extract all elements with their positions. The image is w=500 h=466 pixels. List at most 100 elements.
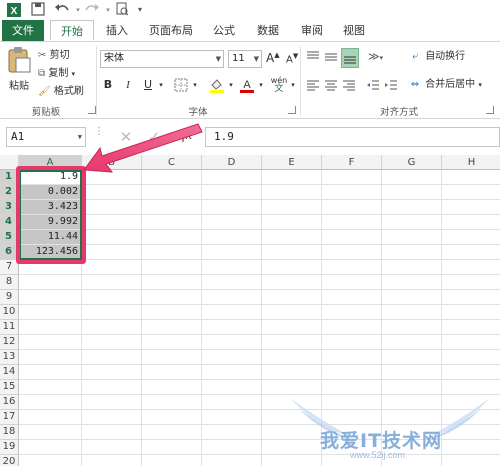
cell-e14[interactable] bbox=[262, 365, 322, 380]
redo-icon[interactable] bbox=[84, 2, 100, 18]
cell-c3[interactable] bbox=[142, 200, 202, 215]
cell-b20[interactable] bbox=[82, 455, 142, 466]
cell-e8[interactable] bbox=[262, 275, 322, 290]
cell-f4[interactable] bbox=[322, 215, 382, 230]
cell-g10[interactable] bbox=[382, 305, 442, 320]
row-header-13[interactable]: 13 bbox=[0, 350, 19, 365]
cell-d17[interactable] bbox=[202, 410, 262, 425]
cell-a7[interactable] bbox=[19, 260, 82, 275]
fill-color-button[interactable] bbox=[208, 76, 226, 94]
cell-c1[interactable] bbox=[142, 170, 202, 185]
cell-c2[interactable] bbox=[142, 185, 202, 200]
cell-d3[interactable] bbox=[202, 200, 262, 215]
cell-c5[interactable] bbox=[142, 230, 202, 245]
cell-g7[interactable] bbox=[382, 260, 442, 275]
tab-review[interactable]: 审阅 bbox=[292, 20, 332, 41]
insert-function-button[interactable]: fx bbox=[176, 125, 198, 147]
row-header-15[interactable]: 15 bbox=[0, 380, 19, 395]
align-center-button[interactable] bbox=[324, 78, 340, 94]
cell-d19[interactable] bbox=[202, 440, 262, 455]
cell-b19[interactable] bbox=[82, 440, 142, 455]
cell-f6[interactable] bbox=[322, 245, 382, 260]
cell-a15[interactable] bbox=[19, 380, 82, 395]
cell-g19[interactable] bbox=[382, 440, 442, 455]
top-align-button[interactable] bbox=[306, 50, 322, 66]
cell-b8[interactable] bbox=[82, 275, 142, 290]
cell-g8[interactable] bbox=[382, 275, 442, 290]
row-header-20[interactable]: 20 bbox=[0, 455, 19, 466]
format-painter-button[interactable]: 🖌 格式刷 bbox=[38, 82, 92, 98]
cell-h12[interactable] bbox=[442, 335, 500, 350]
row-header-14[interactable]: 14 bbox=[0, 365, 19, 380]
cell-g3[interactable] bbox=[382, 200, 442, 215]
tab-data[interactable]: 数据 bbox=[248, 20, 288, 41]
cell-e9[interactable] bbox=[262, 290, 322, 305]
cell-e1[interactable] bbox=[262, 170, 322, 185]
cell-h2[interactable] bbox=[442, 185, 500, 200]
cell-c9[interactable] bbox=[142, 290, 202, 305]
cell-e12[interactable] bbox=[262, 335, 322, 350]
font-color-button[interactable]: A bbox=[238, 76, 256, 94]
cell-h9[interactable] bbox=[442, 290, 500, 305]
decrease-indent-button[interactable] bbox=[366, 78, 382, 94]
cell-g2[interactable] bbox=[382, 185, 442, 200]
cell-g16[interactable] bbox=[382, 395, 442, 410]
cell-c15[interactable] bbox=[142, 380, 202, 395]
cell-c12[interactable] bbox=[142, 335, 202, 350]
name-box[interactable]: A1 ▼ bbox=[6, 127, 86, 147]
column-header-d[interactable]: D bbox=[202, 155, 262, 170]
print-preview-icon[interactable] bbox=[114, 2, 130, 18]
column-header-g[interactable]: G bbox=[382, 155, 442, 170]
cell-a4[interactable]: 9.992 bbox=[19, 215, 82, 230]
cell-d8[interactable] bbox=[202, 275, 262, 290]
row-header-3[interactable]: 3 bbox=[0, 200, 19, 215]
italic-button[interactable]: I bbox=[120, 76, 136, 94]
cell-d9[interactable] bbox=[202, 290, 262, 305]
cell-d14[interactable] bbox=[202, 365, 262, 380]
tab-file[interactable]: 文件 bbox=[2, 20, 44, 41]
cell-e7[interactable] bbox=[262, 260, 322, 275]
cell-f9[interactable] bbox=[322, 290, 382, 305]
cell-e18[interactable] bbox=[262, 425, 322, 440]
cell-f16[interactable] bbox=[322, 395, 382, 410]
cell-h18[interactable] bbox=[442, 425, 500, 440]
cell-g17[interactable] bbox=[382, 410, 442, 425]
row-header-8[interactable]: 8 bbox=[0, 275, 19, 290]
cell-c6[interactable] bbox=[142, 245, 202, 260]
clipboard-launcher-icon[interactable] bbox=[88, 106, 96, 114]
merge-dropdown-icon[interactable]: ▾ bbox=[478, 81, 482, 89]
cell-h4[interactable] bbox=[442, 215, 500, 230]
cell-e2[interactable] bbox=[262, 185, 322, 200]
cell-c11[interactable] bbox=[142, 320, 202, 335]
cell-e11[interactable] bbox=[262, 320, 322, 335]
cell-g1[interactable] bbox=[382, 170, 442, 185]
cell-c16[interactable] bbox=[142, 395, 202, 410]
cell-d13[interactable] bbox=[202, 350, 262, 365]
increase-font-size-icon[interactable]: A▲ bbox=[266, 51, 280, 67]
select-all-corner[interactable] bbox=[0, 155, 19, 170]
cell-d15[interactable] bbox=[202, 380, 262, 395]
tab-formulas[interactable]: 公式 bbox=[204, 20, 244, 41]
row-header-7[interactable]: 7 bbox=[0, 260, 19, 275]
cell-d16[interactable] bbox=[202, 395, 262, 410]
cell-b18[interactable] bbox=[82, 425, 142, 440]
tab-home[interactable]: 开始 bbox=[50, 20, 94, 41]
cell-c14[interactable] bbox=[142, 365, 202, 380]
column-header-b[interactable]: B bbox=[82, 155, 142, 170]
cell-b13[interactable] bbox=[82, 350, 142, 365]
cell-d18[interactable] bbox=[202, 425, 262, 440]
cell-d20[interactable] bbox=[202, 455, 262, 466]
cell-e17[interactable] bbox=[262, 410, 322, 425]
cell-e15[interactable] bbox=[262, 380, 322, 395]
cell-a14[interactable] bbox=[19, 365, 82, 380]
cell-e10[interactable] bbox=[262, 305, 322, 320]
cell-a3[interactable]: 3.423 bbox=[19, 200, 82, 215]
cell-f8[interactable] bbox=[322, 275, 382, 290]
cell-h6[interactable] bbox=[442, 245, 500, 260]
row-header-2[interactable]: 2 bbox=[0, 185, 19, 200]
chevron-down-icon[interactable]: ▼ bbox=[78, 128, 82, 146]
enter-icon[interactable]: ✓ bbox=[146, 127, 162, 147]
cell-f7[interactable] bbox=[322, 260, 382, 275]
column-header-a[interactable]: A bbox=[19, 155, 82, 170]
cell-b12[interactable] bbox=[82, 335, 142, 350]
